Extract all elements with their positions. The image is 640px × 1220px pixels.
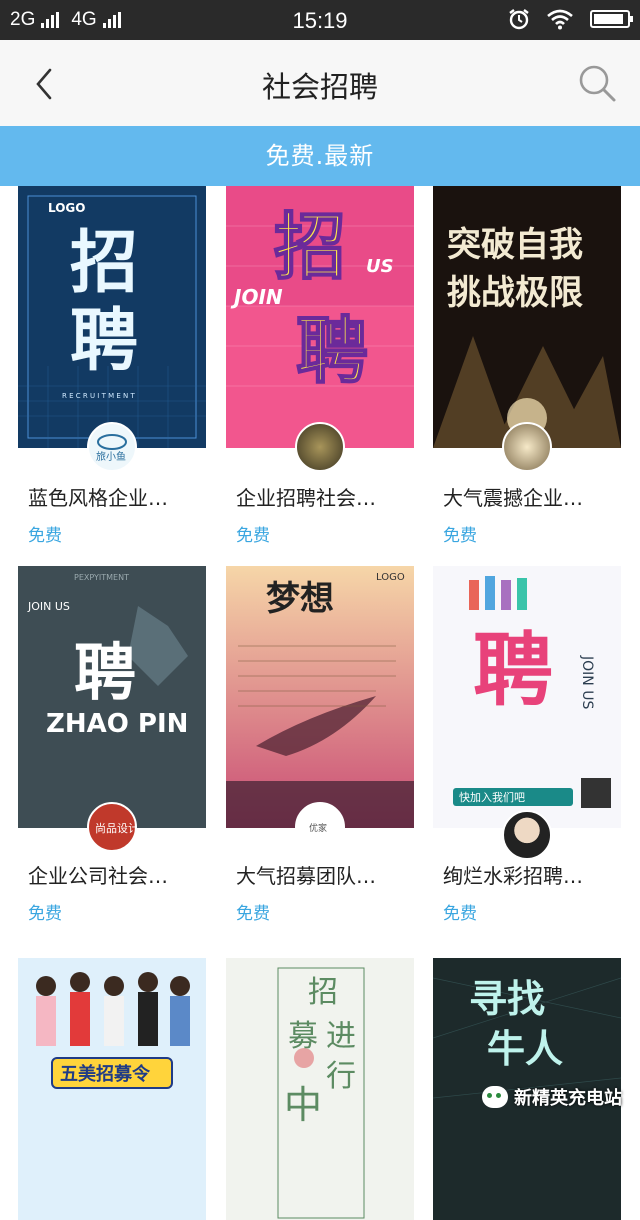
author-avatar[interactable]	[295, 422, 345, 472]
poster-headline: 寻找	[469, 977, 545, 1021]
poster-image: 聘 JOIN US 快加入我们吧	[433, 566, 621, 828]
template-price: 免费	[443, 904, 477, 924]
poster-headline: 聘	[70, 302, 138, 381]
svg-text:优家: 优家	[309, 822, 327, 834]
poster-image: LOGO 招 聘 R E C R U I T M E N T	[18, 186, 206, 448]
poster-headline: 五美招募令	[60, 1063, 151, 1085]
poster-join-text: JOIN US	[579, 655, 595, 709]
template-price: 免费	[236, 526, 270, 546]
template-title: 蓝色风格企业…	[28, 486, 168, 510]
svg-text:尚品设计: 尚品设计	[95, 821, 135, 835]
poster-headline: 梦想	[266, 579, 334, 619]
template-title: 大气招募团队…	[236, 864, 376, 888]
status-bar: 2G 4G 15:19	[0, 0, 640, 40]
poster-caption: R E C R U I T M E N T	[62, 392, 135, 400]
alarm-icon	[509, 9, 529, 30]
poster-headline: 聘	[74, 636, 136, 709]
author-avatar[interactable]: 尚品设计	[87, 802, 139, 852]
template-price: 免费	[236, 904, 270, 924]
wifi-icon	[547, 9, 573, 30]
poster-headline: 招	[274, 205, 346, 289]
template-title: 大气震撼企业…	[443, 486, 583, 510]
poster-logo-text: LOGO	[376, 572, 405, 583]
poster-headline: 牛人	[487, 1027, 563, 1071]
poster-headline: 挑战极限	[447, 273, 583, 313]
poster-image: 招 聘 JOIN US	[226, 186, 414, 448]
poster-image: 招 募 进 行 中	[226, 958, 414, 1220]
poster-image: 突破自我 挑战极限	[433, 186, 621, 448]
poster-headline: 聘	[473, 624, 553, 717]
poster-headline: 招	[308, 975, 338, 1010]
author-avatar[interactable]: 优家	[295, 802, 345, 852]
poster-image: 五美招募令	[18, 958, 206, 1220]
poster-join-text: JOIN	[230, 285, 283, 309]
poster-join-text: JOIN US	[27, 600, 70, 613]
battery-icon	[590, 10, 633, 28]
poster-headline: ZHAO PIN	[46, 709, 188, 739]
template-price: 免费	[28, 526, 62, 546]
template-price: 免费	[443, 526, 477, 546]
nav-bar: 社会招聘	[0, 40, 640, 126]
poster-headline: 行	[326, 1059, 356, 1094]
template-title: 企业公司社会…	[28, 864, 168, 888]
poster-headline: 聘	[296, 309, 368, 393]
poster-image: JOIN US PEXPYITMENT 聘 ZHAO PIN	[18, 566, 206, 828]
search-icon[interactable]	[576, 62, 618, 104]
watermark: 新精英充电站	[482, 1084, 622, 1110]
poster-headline: 进	[326, 1019, 356, 1054]
author-avatar[interactable]: 旅小鱼	[87, 422, 137, 472]
svg-text:旅小鱼: 旅小鱼	[96, 450, 126, 463]
wechat-icon	[482, 1086, 508, 1108]
poster-headline: 招	[70, 224, 138, 303]
poster-headline: 中	[284, 1083, 322, 1127]
poster-headline: 突破自我	[447, 225, 583, 265]
author-avatar[interactable]	[502, 422, 552, 472]
template-price: 免费	[28, 904, 62, 924]
template-title: 绚烂水彩招聘…	[443, 864, 583, 888]
poster-caption: PEXPYITMENT	[74, 573, 129, 582]
watermark-text: 新精英充电站	[514, 1088, 622, 1109]
poster-caption: 快加入我们吧	[459, 790, 525, 804]
free-latest-banner[interactable]: 免费.最新	[0, 126, 640, 186]
template-title: 企业招聘社会…	[236, 486, 376, 510]
author-avatar[interactable]	[502, 810, 552, 860]
poster-us-text: US	[366, 256, 394, 277]
page-title: 社会招聘	[261, 70, 378, 104]
poster-image: 梦想 LOGO	[226, 566, 414, 828]
poster-headline: 募	[288, 1019, 318, 1054]
poster-logo-text: LOGO	[48, 201, 85, 215]
